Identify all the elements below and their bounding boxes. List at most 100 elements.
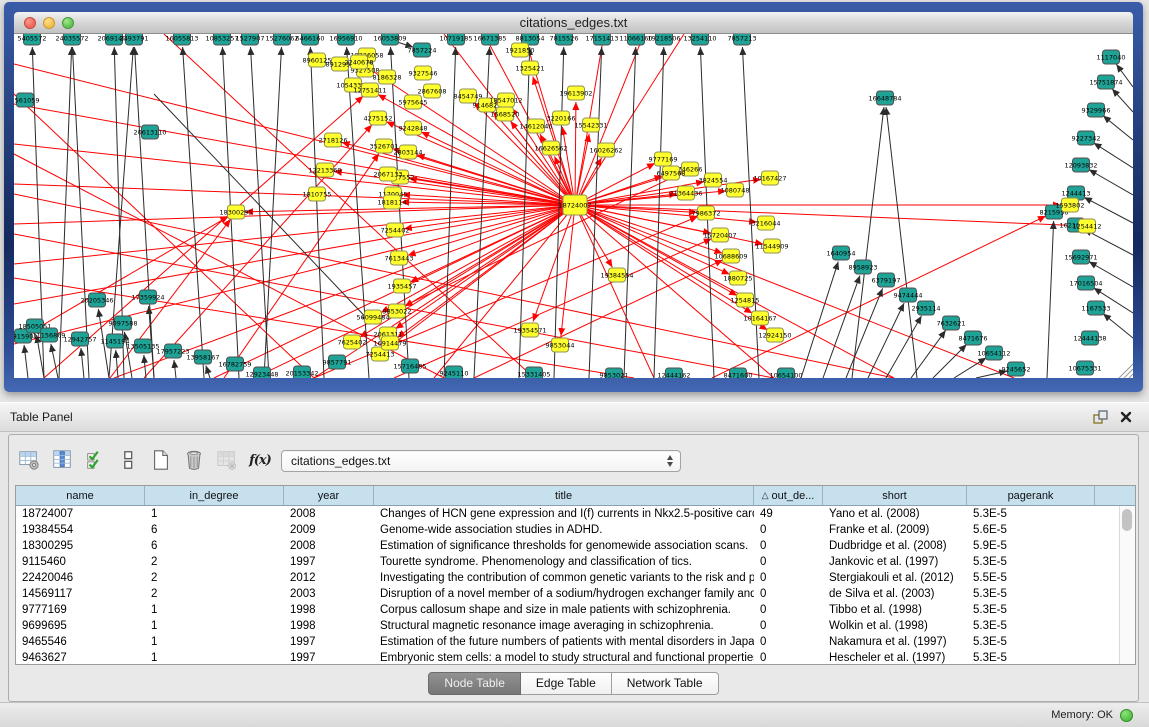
network-edge[interactable] bbox=[72, 47, 89, 378]
network-node[interactable]: 19218506 bbox=[647, 34, 680, 45]
network-edge[interactable] bbox=[14, 205, 575, 224]
table-cell[interactable]: 2 bbox=[145, 572, 284, 584]
resize-grip-icon[interactable] bbox=[1119, 364, 1133, 378]
table-row[interactable]: 977716911998Corpus callosum shape and si… bbox=[16, 602, 1135, 618]
network-node[interactable]: 1167533 bbox=[1082, 301, 1111, 315]
network-node[interactable]: 2935114 bbox=[912, 301, 941, 315]
network-edge[interactable] bbox=[14, 64, 575, 205]
column-header-short[interactable]: short bbox=[823, 486, 967, 505]
close-window-button[interactable] bbox=[24, 17, 36, 29]
table-row[interactable]: 1938455462009Genome-wide association stu… bbox=[16, 522, 1135, 538]
table-cell[interactable]: 18724007 bbox=[16, 508, 145, 520]
table-cell[interactable]: Hescheler et al. (1997) bbox=[823, 652, 967, 664]
table-cell[interactable]: 2003 bbox=[284, 588, 374, 600]
table-cell[interactable]: 0 bbox=[754, 524, 823, 536]
network-node[interactable]: 17957223 bbox=[156, 344, 189, 358]
network-node[interactable]: 8958923 bbox=[849, 260, 878, 274]
column-header-name[interactable]: name bbox=[16, 486, 145, 505]
table-row[interactable]: 1830029562008Estimation of significance … bbox=[16, 538, 1135, 554]
network-edge[interactable] bbox=[1047, 221, 1054, 378]
create-table-icon[interactable] bbox=[149, 448, 173, 472]
table-row[interactable]: 1872400712008Changes of HCN gene express… bbox=[16, 506, 1135, 522]
table-cell[interactable]: 1 bbox=[145, 620, 284, 632]
table-selector-dropdown[interactable]: citations_edges.txt bbox=[281, 450, 681, 472]
network-node[interactable]: 2867608 bbox=[418, 84, 447, 98]
network-edge[interactable] bbox=[14, 144, 575, 205]
network-node[interactable]: 17151413 bbox=[585, 34, 618, 45]
table-cell[interactable]: 5.3E-5 bbox=[967, 556, 1095, 568]
table-cell[interactable]: 2 bbox=[145, 588, 284, 600]
network-node[interactable]: 7625402 bbox=[338, 335, 367, 349]
table-cell[interactable]: 9115460 bbox=[16, 556, 145, 568]
network-edge[interactable] bbox=[183, 47, 204, 378]
table-row[interactable]: 946554611997Estimation of the future num… bbox=[16, 634, 1135, 650]
network-node[interactable]: 10164167 bbox=[743, 311, 776, 325]
table-row[interactable]: 969969511998Structural magnetic resonanc… bbox=[16, 618, 1135, 634]
network-window-titlebar[interactable]: citations_edges.txt bbox=[14, 12, 1133, 34]
network-edge[interactable] bbox=[846, 288, 883, 378]
table-cell[interactable]: Wolkin et al. (1998) bbox=[823, 620, 967, 632]
network-node[interactable]: 9227342 bbox=[1072, 131, 1101, 145]
network-node[interactable]: 15542331 bbox=[574, 118, 607, 132]
network-node[interactable]: 1527907 bbox=[236, 34, 265, 45]
network-canvas[interactable]: 5405572240355722069140624937911605581310… bbox=[14, 34, 1133, 378]
network-node[interactable]: 10719185 bbox=[439, 34, 472, 45]
table-cell[interactable]: 5.3E-5 bbox=[967, 636, 1095, 648]
network-edge[interactable] bbox=[575, 205, 1014, 378]
table-cell[interactable]: Franke et al. (2009) bbox=[823, 524, 967, 536]
network-edge[interactable] bbox=[397, 205, 575, 338]
network-edge[interactable] bbox=[24, 345, 28, 378]
network-node[interactable]: 20613110 bbox=[133, 125, 166, 139]
network-edge[interactable] bbox=[51, 344, 58, 378]
network-node[interactable]: 7815526 bbox=[550, 34, 579, 45]
table-cell[interactable]: 5.6E-5 bbox=[967, 524, 1095, 536]
table-cell[interactable]: 6 bbox=[145, 524, 284, 536]
network-node[interactable]: 12213369 bbox=[308, 163, 341, 177]
table-cell[interactable]: 5.3E-5 bbox=[967, 604, 1095, 616]
network-edge[interactable] bbox=[868, 303, 904, 378]
network-edge[interactable] bbox=[1094, 143, 1133, 168]
table-cell[interactable]: 2 bbox=[145, 556, 284, 568]
network-node[interactable]: 16026262 bbox=[589, 143, 622, 157]
network-node[interactable]: 5405572 bbox=[18, 34, 47, 45]
table-cell[interactable]: 0 bbox=[754, 604, 823, 616]
network-edge[interactable] bbox=[116, 350, 118, 378]
minimize-window-button[interactable] bbox=[43, 17, 55, 29]
network-node[interactable]: 1810755 bbox=[303, 187, 332, 201]
table-cell[interactable]: 9699695 bbox=[16, 620, 145, 632]
network-node[interactable]: 16626562 bbox=[534, 141, 567, 155]
network-node[interactable]: 11544909 bbox=[755, 239, 788, 253]
network-edge[interactable] bbox=[14, 184, 575, 205]
column-header-out_de[interactable]: △out_de... bbox=[754, 486, 823, 505]
network-edge[interactable] bbox=[575, 205, 774, 378]
network-node[interactable]: 7613443 bbox=[385, 251, 414, 265]
table-cell[interactable]: 5.5E-5 bbox=[967, 572, 1095, 584]
network-node[interactable]: 9327546 bbox=[409, 66, 438, 80]
table-cell[interactable]: 0 bbox=[754, 652, 823, 664]
table-cell[interactable]: 1997 bbox=[284, 636, 374, 648]
network-node[interactable]: 19384554 bbox=[600, 268, 633, 282]
network-edge[interactable] bbox=[1103, 314, 1133, 338]
column-header-title[interactable]: title bbox=[374, 486, 754, 505]
network-node[interactable]: 19613902 bbox=[559, 86, 592, 100]
network-node[interactable]: 15331405 bbox=[517, 367, 550, 378]
network-node[interactable]: 1325421 bbox=[516, 61, 545, 75]
column-header-year[interactable]: year bbox=[284, 486, 374, 505]
network-node[interactable]: 7632621 bbox=[937, 316, 966, 330]
table-cell[interactable]: 0 bbox=[754, 540, 823, 552]
select-columns-icon[interactable] bbox=[50, 448, 74, 472]
table-cell[interactable]: Nakamura et al. (1997) bbox=[823, 636, 967, 648]
network-edge[interactable] bbox=[1112, 89, 1133, 112]
merge-rows-icon[interactable] bbox=[116, 448, 140, 472]
table-cell[interactable]: Embryonic stem cells: a model to study s… bbox=[374, 652, 754, 664]
table-cell[interactable]: 18300295 bbox=[16, 540, 145, 552]
table-cell[interactable]: Dudbridge et al. (2008) bbox=[823, 540, 967, 552]
network-edge[interactable] bbox=[206, 366, 210, 378]
table-cell[interactable]: 22420046 bbox=[16, 572, 145, 584]
network-node[interactable]: 10675331 bbox=[1068, 361, 1101, 375]
table-row[interactable]: 2242004622012Investigating the contribut… bbox=[16, 570, 1135, 586]
table-cell[interactable]: Tibbo et al. (1998) bbox=[823, 604, 967, 616]
table-cell[interactable]: 0 bbox=[754, 588, 823, 600]
delete-table-icon[interactable] bbox=[182, 448, 206, 472]
table-cell[interactable]: 0 bbox=[754, 572, 823, 584]
